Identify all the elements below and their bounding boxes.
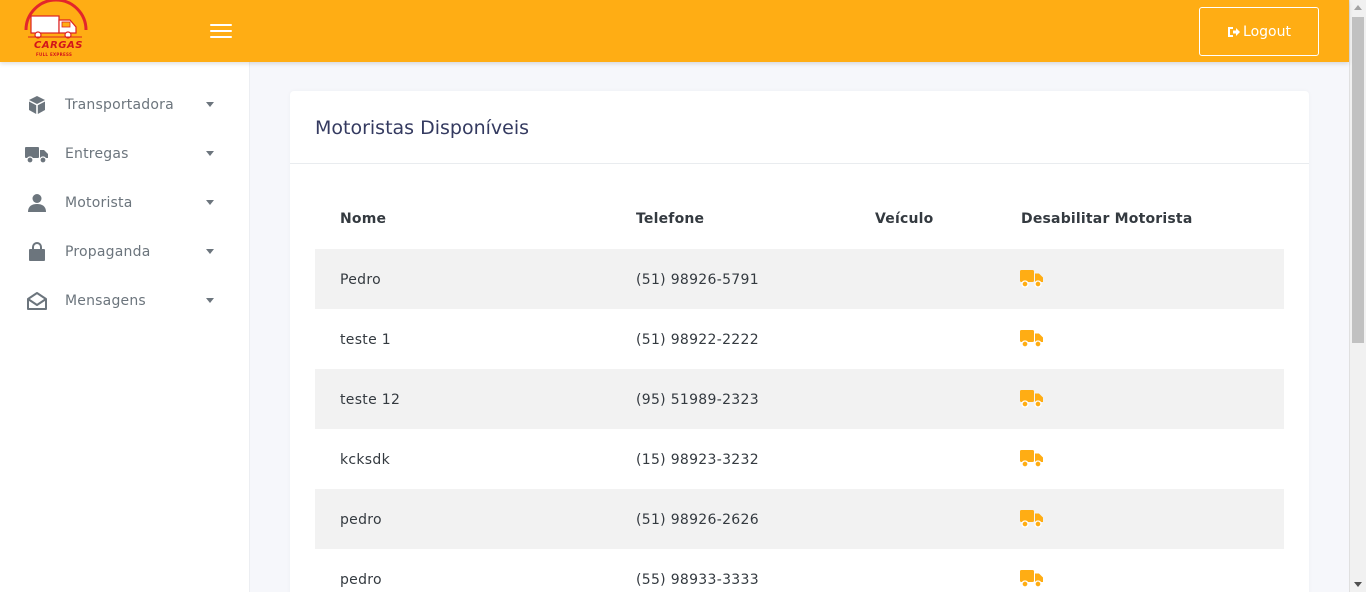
sidebar-item-label: Propaganda (65, 243, 151, 260)
table-row: Pedro (51) 98926-5791 (315, 249, 1284, 309)
caret-down-icon (206, 298, 214, 303)
cell-nome: Pedro (340, 272, 381, 288)
cell-telefone: (51) 98926-2626 (636, 512, 759, 528)
cell-telefone: (55) 98933-3333 (636, 572, 759, 588)
envelope-open-icon (25, 289, 49, 313)
scroll-down-arrow-icon[interactable] (1354, 582, 1362, 587)
table-row: pedro (55) 98933-3333 (315, 549, 1284, 592)
sign-out-icon (1228, 26, 1241, 37)
table-row: pedro (51) 98926-2626 (315, 489, 1284, 549)
top-navbar: CARGAS FULL EXPRESS Logout (0, 0, 1349, 62)
menu-toggle-icon[interactable] (208, 20, 234, 42)
cell-nome: pedro (340, 572, 382, 588)
table-row: kcksdk (15) 98923-3232 (315, 429, 1284, 489)
column-header-veiculo: Veículo (875, 211, 934, 227)
cargas-logo[interactable]: CARGAS FULL EXPRESS (22, 0, 90, 62)
sidebar-item-mensagens[interactable]: Mensagens (0, 276, 250, 325)
caret-down-icon (206, 102, 214, 107)
disable-driver-truck-icon[interactable] (1020, 388, 1044, 408)
table-header: Nome Telefone Veículo Desabilitar Motori… (315, 189, 1284, 249)
cell-telefone: (51) 98922-2222 (636, 332, 759, 348)
logout-button[interactable]: Logout (1199, 7, 1319, 56)
shopping-bag-icon (25, 240, 49, 264)
caret-down-icon (206, 151, 214, 156)
card-header: Motoristas Disponíveis (290, 91, 1309, 164)
cell-telefone: (51) 98926-5791 (636, 272, 759, 288)
page-scrollbar[interactable] (1349, 0, 1366, 592)
scroll-thumb[interactable] (1352, 17, 1364, 343)
cell-telefone: (95) 51989-2323 (636, 392, 759, 408)
sidebar-item-label: Mensagens (65, 292, 146, 309)
sidebar-item-label: Entregas (65, 145, 129, 162)
sidebar-item-transportadora[interactable]: Transportadora (0, 80, 250, 129)
cell-nome: pedro (340, 512, 382, 528)
cell-nome: teste 12 (340, 392, 401, 408)
sidebar-item-label: Transportadora (65, 96, 174, 113)
caret-down-icon (206, 249, 214, 254)
page-title: Motoristas Disponíveis (315, 117, 530, 139)
logo-tagline-text: FULL EXPRESS (36, 52, 73, 57)
logo-brand-text: CARGAS (34, 40, 83, 51)
sidebar-item-propaganda[interactable]: Propaganda (0, 227, 250, 276)
drivers-card: Motoristas Disponíveis Nome Telefone Veí… (290, 91, 1309, 592)
table-row: teste 12 (95) 51989-2323 (315, 369, 1284, 429)
column-header-desabilitar: Desabilitar Motorista (1021, 211, 1193, 227)
cell-nome: kcksdk (340, 452, 391, 468)
sidebar-item-entregas[interactable]: Entregas (0, 129, 250, 178)
column-header-telefone: Telefone (636, 211, 705, 227)
disable-driver-truck-icon[interactable] (1020, 268, 1044, 288)
disable-driver-truck-icon[interactable] (1020, 568, 1044, 588)
column-header-nome: Nome (340, 211, 387, 227)
truck-icon (25, 142, 49, 166)
sidebar-item-label: Motorista (65, 194, 133, 211)
disable-driver-truck-icon[interactable] (1020, 508, 1044, 528)
logout-label: Logout (1243, 23, 1291, 40)
drivers-table: Nome Telefone Veículo Desabilitar Motori… (315, 189, 1284, 592)
disable-driver-truck-icon[interactable] (1020, 328, 1044, 348)
sidebar-item-motorista[interactable]: Motorista (0, 178, 250, 227)
box-icon (25, 93, 49, 117)
disable-driver-truck-icon[interactable] (1020, 448, 1044, 468)
sidebar: Transportadora Entregas Motorista Propag… (0, 62, 250, 592)
cell-telefone: (15) 98923-3232 (636, 452, 759, 468)
caret-down-icon (206, 200, 214, 205)
cell-nome: teste 1 (340, 332, 391, 348)
table-row: teste 1 (51) 98922-2222 (315, 309, 1284, 369)
user-icon (25, 191, 49, 215)
scroll-up-arrow-icon[interactable] (1354, 5, 1362, 10)
